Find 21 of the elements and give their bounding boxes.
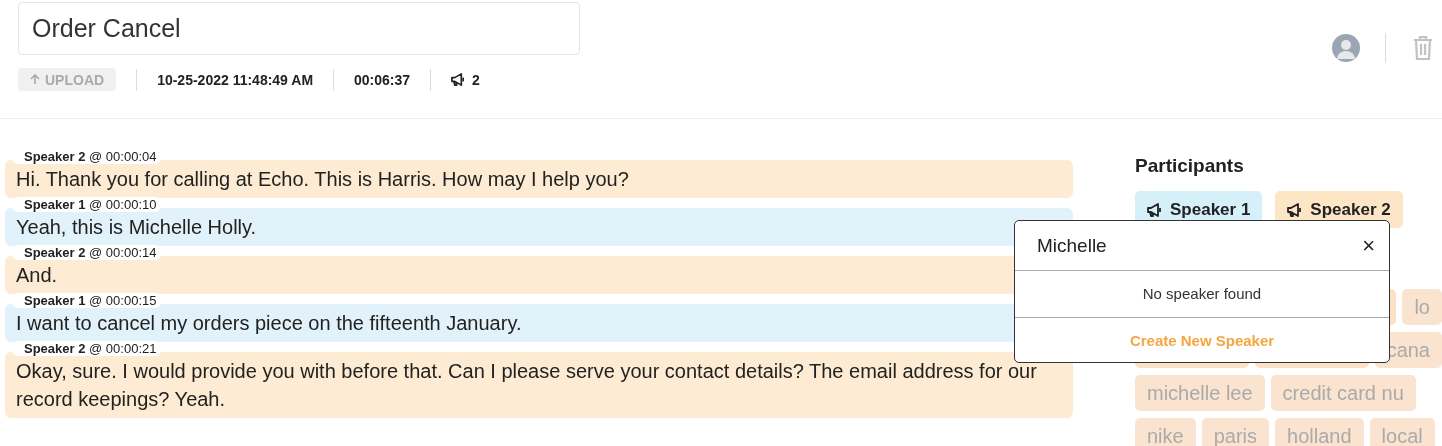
- keyword-tag[interactable]: lo: [1402, 289, 1442, 325]
- speaker-count: 2: [472, 71, 480, 88]
- empty-message: No speaker found: [1015, 271, 1389, 318]
- title-field[interactable]: Order Cancel: [18, 2, 580, 55]
- close-button[interactable]: ×: [1362, 232, 1375, 259]
- keyword-tag[interactable]: nike: [1135, 418, 1196, 446]
- duration-text: 00:06:37: [354, 71, 411, 88]
- date-text: 10-25-2022 11:48:49 AM: [157, 71, 314, 88]
- upload-button[interactable]: UPLOAD: [18, 68, 117, 91]
- megaphone-icon: [1287, 201, 1304, 218]
- keyword-tag[interactable]: holland: [1275, 418, 1364, 446]
- megaphone-icon: [451, 72, 467, 87]
- keyword-tag[interactable]: local: [1369, 418, 1435, 446]
- delete-icon[interactable]: [1412, 35, 1434, 61]
- keyword-tag[interactable]: michelle lee: [1135, 375, 1265, 411]
- upload-arrow-icon: [30, 74, 40, 85]
- keyword-tag[interactable]: credit card nu: [1270, 375, 1416, 411]
- speaker-timestamp: Speaker 1 @ 00:00:10: [11, 197, 163, 212]
- megaphone-icon: [1147, 201, 1163, 218]
- avatar[interactable]: [1332, 34, 1360, 62]
- participants-heading: Participants: [1135, 155, 1245, 177]
